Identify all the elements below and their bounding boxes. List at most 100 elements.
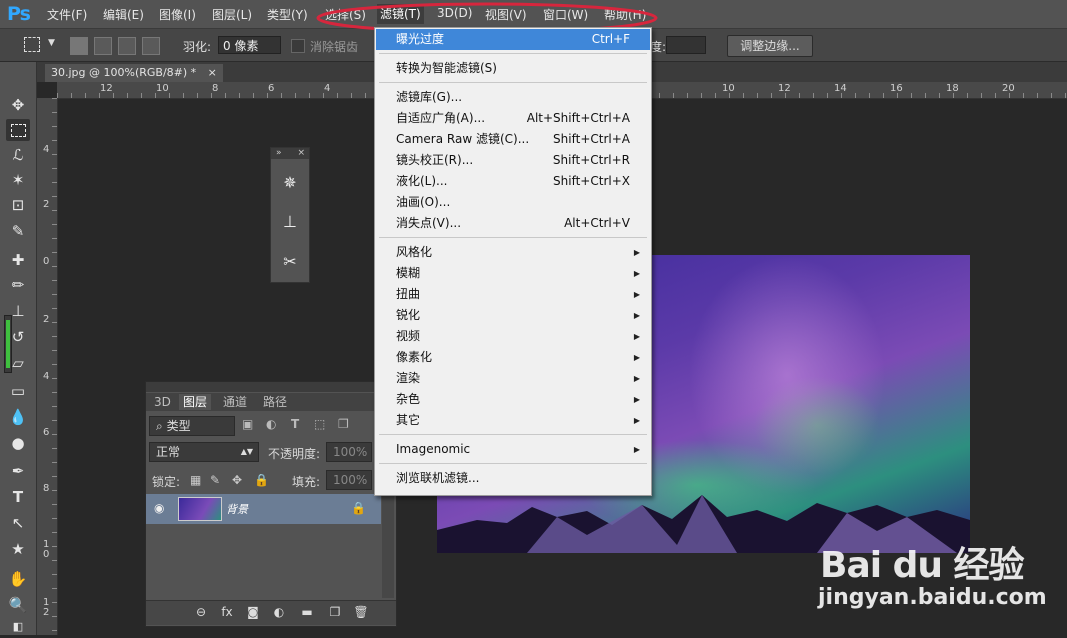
filter-smart-icon[interactable]: ❐	[338, 417, 349, 431]
filter-menu-item[interactable]: 自适应广角(A)... Alt+Shift+Ctrl+A	[376, 108, 650, 129]
fill-input[interactable]: 100%	[326, 470, 372, 490]
photoshop-logo: Ps	[7, 3, 31, 25]
filter-menu-item[interactable]: Imagenomic ▶	[376, 439, 650, 460]
filter-adjust-icon[interactable]: ◐	[266, 417, 276, 431]
submenu-arrow-icon: ▶	[633, 374, 640, 383]
blend-mode-select[interactable]: 正常 ▲▼	[149, 442, 259, 462]
trash-icon[interactable]: 🗑	[352, 605, 370, 619]
layer-name[interactable]: 背景	[226, 501, 248, 517]
gradient-tool-icon[interactable]: ▭	[6, 380, 30, 402]
fx-icon[interactable]: fx	[218, 605, 236, 619]
filter-menu-item[interactable]: Camera Raw 滤镜(C)... Shift+Ctrl+A	[376, 129, 650, 150]
path-selection-icon[interactable]: ↖	[6, 512, 30, 534]
link-icon[interactable]: ⊖	[192, 605, 210, 619]
menu-item-label: 自适应广角(A)...	[396, 111, 486, 125]
stamp-icon[interactable]: ⊥	[277, 209, 303, 235]
lasso-tool-icon[interactable]: ℒ	[6, 144, 30, 166]
filter-menu-item[interactable]: 滤镜库(G)...	[376, 87, 650, 108]
close-icon[interactable]: ×	[297, 148, 305, 159]
compass-icon[interactable]: ✵	[277, 170, 303, 196]
close-tab-icon[interactable]: ×	[208, 66, 217, 79]
height-input[interactable]	[666, 36, 706, 54]
tools-icon[interactable]: ✂	[277, 249, 303, 275]
shape-tool-icon[interactable]: ★	[6, 538, 30, 560]
lock-transparent-icon[interactable]: ▦	[190, 473, 201, 487]
move-tool-icon[interactable]: ✥	[6, 94, 30, 116]
menu-3[interactable]: 图层(L)	[212, 6, 252, 23]
brush-tool-icon[interactable]: ✏	[6, 274, 30, 296]
menu-4[interactable]: 类型(Y)	[267, 6, 308, 23]
filter-type-icon[interactable]: T	[291, 417, 299, 431]
menu-1[interactable]: 编辑(E)	[103, 6, 144, 23]
lock-all-icon[interactable]: 🔒	[254, 473, 269, 487]
intersect-selection-icon[interactable]	[142, 37, 160, 55]
subtract-selection-icon[interactable]	[118, 37, 136, 55]
layers-scrollbar[interactable]	[382, 494, 394, 598]
layers-tab[interactable]: 通道	[219, 394, 251, 410]
filter-menu-dropdown: 曝光过度 Ctrl+F 转换为智能滤镜(S) 滤镜库(G)... 自适应广角(A)...…	[374, 27, 652, 496]
filter-menu-item[interactable]: 风格化 ▶	[376, 242, 650, 263]
eyedropper-icon[interactable]: ✎	[6, 220, 30, 242]
healing-brush-icon[interactable]: ✚	[6, 249, 30, 271]
filter-menu-item[interactable]: 模糊 ▶	[376, 263, 650, 284]
layers-tab[interactable]: 图层	[179, 394, 212, 410]
feather-input[interactable]: 0 像素	[218, 36, 281, 54]
filter-menu-item[interactable]: 其它 ▶	[376, 410, 650, 431]
visibility-eye-icon[interactable]: ◉	[154, 501, 164, 515]
lock-paint-icon[interactable]: ✎	[210, 473, 220, 487]
panel-grip[interactable]	[146, 382, 396, 392]
menu-2[interactable]: 图像(I)	[159, 6, 196, 23]
filter-menu-item[interactable]: 转换为智能滤镜(S)	[376, 58, 650, 79]
layers-tab[interactable]: 3D	[150, 394, 175, 410]
document-tab[interactable]: 30.jpg @ 100%(RGB/8#) * ×	[45, 64, 223, 82]
new-selection-icon[interactable]	[70, 37, 88, 55]
new-layer-icon[interactable]: ❐	[326, 605, 344, 619]
lock-move-icon[interactable]: ✥	[232, 473, 242, 487]
layer-kind-filter[interactable]: ⌕ 类型	[149, 416, 235, 436]
mask-icon[interactable]: ◙	[244, 605, 262, 619]
layers-panel: 3D 图层 通道 路径 ⌕ 类型 ▣ ◐ T ⬚ ❐ 正常 ▲▼ 不透明度: 100% …	[145, 381, 397, 627]
crop-tool-icon[interactable]: ⊡	[6, 194, 30, 216]
adjustment-icon[interactable]: ◐	[270, 605, 288, 619]
add-selection-icon[interactable]	[94, 37, 112, 55]
hand-tool-icon[interactable]: ✋	[6, 568, 30, 590]
menu-0[interactable]: 文件(F)	[47, 6, 87, 23]
panel-progress-bar	[4, 315, 12, 373]
antialias-checkbox[interactable]	[291, 39, 305, 53]
collapse-icon[interactable]: »	[276, 148, 282, 158]
filter-menu-item[interactable]: 视频 ▶	[376, 326, 650, 347]
filter-menu-item[interactable]: 油画(O)...	[376, 192, 650, 213]
zoom-tool-icon[interactable]: 🔍	[6, 594, 30, 616]
magic-wand-icon[interactable]: ✶	[6, 169, 30, 191]
ruler-tick-label: 0	[43, 256, 50, 267]
type-tool-icon[interactable]: T	[6, 486, 30, 508]
ruler-tick-label: 10	[156, 83, 169, 94]
filter-shape-icon[interactable]: ⬚	[314, 417, 325, 431]
filter-menu-item[interactable]: 像素化 ▶	[376, 347, 650, 368]
menu-item-label: 模糊	[396, 266, 421, 280]
opacity-input[interactable]: 100%	[326, 442, 372, 462]
refine-edge-button[interactable]: 调整边缘...	[727, 35, 813, 57]
filter-pixel-icon[interactable]: ▣	[242, 417, 253, 431]
pen-tool-icon[interactable]: ✒	[6, 460, 30, 482]
preset-dropdown-icon[interactable]: ▼	[48, 38, 55, 48]
blur-tool-icon[interactable]: 💧	[6, 406, 30, 428]
layers-tab[interactable]: 路径	[259, 394, 291, 410]
dodge-tool-icon[interactable]: ●	[6, 432, 30, 454]
panel-header[interactable]: » ×	[271, 148, 309, 159]
folder-icon[interactable]: ▬	[298, 605, 316, 619]
marquee-preset-icon[interactable]	[24, 37, 40, 52]
filter-menu-item[interactable]: 扭曲 ▶	[376, 284, 650, 305]
filter-menu-item[interactable]: 曝光过度 Ctrl+F	[376, 29, 650, 50]
menu-item-shortcut: Shift+Ctrl+X	[553, 174, 630, 188]
layer-row[interactable]: ◉ 背景 🔒	[146, 494, 381, 524]
filter-menu-item[interactable]: 浏览联机滤镜...	[376, 468, 650, 489]
ruler-tick-label: 4	[43, 144, 50, 155]
filter-menu-item[interactable]: 锐化 ▶	[376, 305, 650, 326]
filter-menu-item[interactable]: 渲染 ▶	[376, 368, 650, 389]
marquee-tool-icon[interactable]	[6, 119, 30, 141]
filter-menu-item[interactable]: 镜头校正(R)... Shift+Ctrl+R	[376, 150, 650, 171]
filter-menu-item[interactable]: 消失点(V)... Alt+Ctrl+V	[376, 213, 650, 234]
filter-menu-item[interactable]: 杂色 ▶	[376, 389, 650, 410]
filter-menu-item[interactable]: 液化(L)... Shift+Ctrl+X	[376, 171, 650, 192]
